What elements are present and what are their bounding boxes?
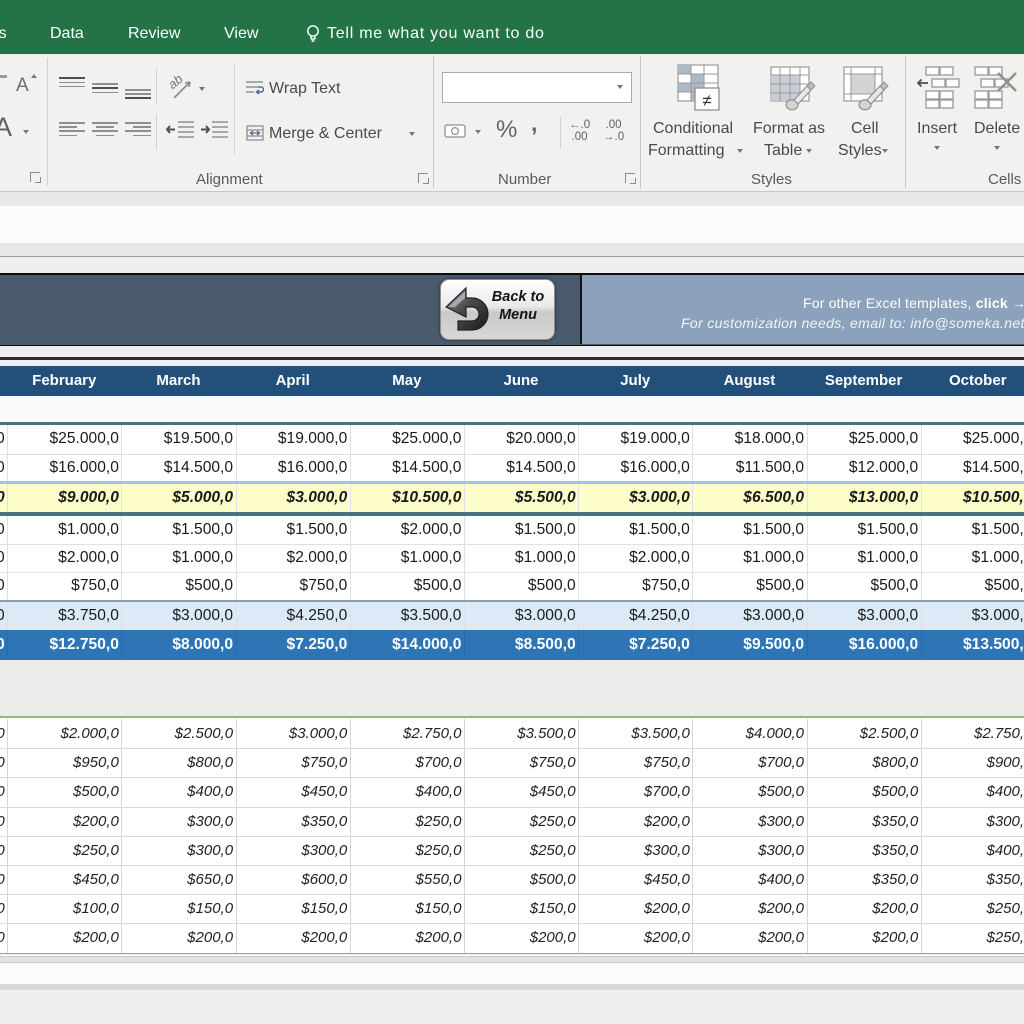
svg-text:≠: ≠ [702,91,711,110]
